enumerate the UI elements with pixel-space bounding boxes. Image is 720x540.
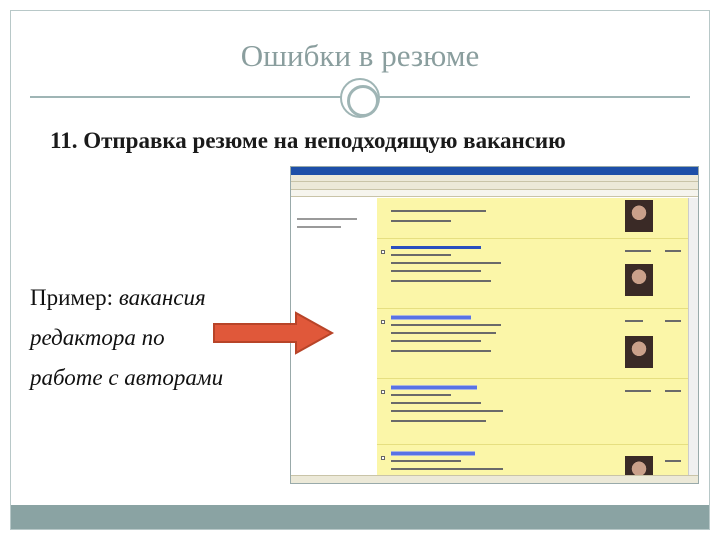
bottom-bar [11,505,709,529]
candidate-photo [625,336,653,368]
example-line-3: работе с авторами [30,365,224,390]
example-line-1: вакансия [118,285,206,310]
ring-ornament-icon [340,78,380,118]
slide-heading: 11. Отправка резюме на неподходящую вака… [50,128,566,153]
example-line-2: редактора по [30,325,165,350]
browser-toolbar [291,182,698,190]
slide-title: Ошибки в резюме [240,38,480,73]
browser-scrollbar [688,198,698,475]
candidate-photo [625,200,653,232]
job-listing-screenshot [290,166,699,484]
right-arrow-icon [213,311,335,355]
example-lead: Пример: [30,285,119,310]
browser-menubar [291,175,698,182]
listing-page [291,198,688,483]
browser-address-bar [291,190,698,197]
browser-titlebar [291,167,698,175]
candidate-photo [625,264,653,296]
browser-statusbar [291,475,698,483]
